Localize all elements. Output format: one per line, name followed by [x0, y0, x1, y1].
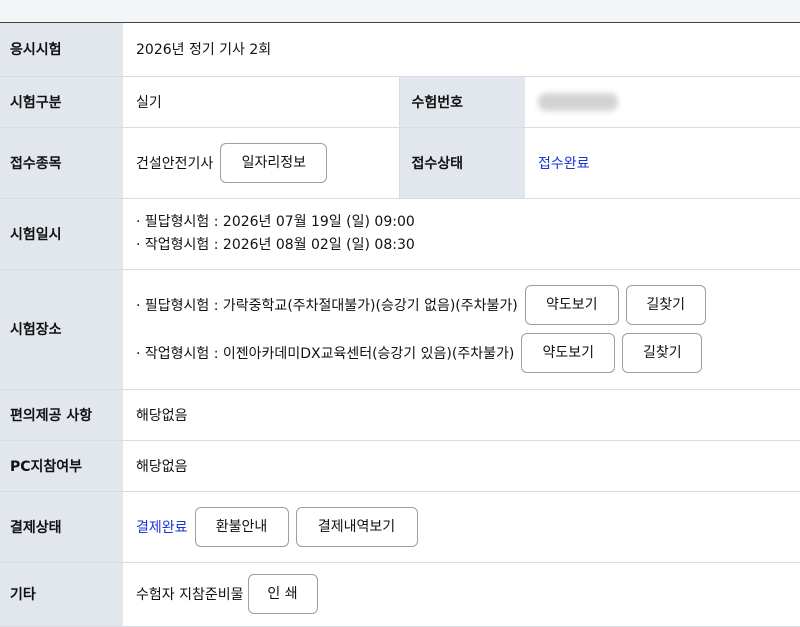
date-label: 시험일시 — [0, 198, 123, 270]
payment-label: 결제상태 — [0, 491, 123, 563]
practical-route-button[interactable]: 길찾기 — [622, 333, 703, 373]
row-payment: 결제상태 결제완료 환불안내 결제내역보기 — [0, 491, 800, 563]
subject-label: 접수종목 — [0, 127, 123, 199]
print-button[interactable]: 인 쇄 — [247, 574, 318, 614]
exam-number-label: 수험번호 — [398, 76, 525, 128]
written-date: · 필답형시험 : 2026년 07월 19일 (일) 09:00 — [136, 213, 415, 230]
redacted-number — [538, 92, 618, 111]
etc-value: 수험자 지참준비물 — [136, 587, 244, 603]
payment-cell: 결제완료 환불안내 결제내역보기 — [123, 491, 800, 563]
receipt-status-label: 접수상태 — [398, 127, 525, 199]
job-info-button[interactable]: 일자리정보 — [220, 142, 328, 183]
category-label: 시험구분 — [0, 76, 123, 128]
place-label: 시험장소 — [0, 269, 123, 390]
written-place: · 필답형시험 : 가락중학교(주차절대불가)(승강기 없음)(주차불가) — [136, 298, 518, 314]
practical-place: · 작업형시험 : 이젠아카데미DX교육센터(승강기 있음)(주차불가) — [136, 346, 515, 362]
row-place: 시험장소 · 필답형시험 : 가락중학교(주차절대불가)(승강기 없음)(주차불… — [0, 269, 800, 390]
row-etc: 기타 수험자 지참준비물 인 쇄 — [0, 562, 800, 627]
written-route-button[interactable]: 길찾기 — [625, 285, 706, 325]
row-date: 시험일시 · 필답형시험 : 2026년 07월 19일 (일) 09:00 ·… — [0, 198, 800, 270]
convenience-label: 편의제공 사항 — [0, 389, 123, 441]
row-pc: PC지참여부 해당없음 — [0, 440, 800, 492]
exam-label: 응시시험 — [0, 23, 123, 77]
payment-status: 결제완료 — [136, 519, 188, 536]
etc-label: 기타 — [0, 562, 123, 627]
exam-number-value — [525, 76, 800, 128]
exam-info-table: 응시시험 2026년 정기 기사 2회 시험구분 실기 수험번호 접수종목 건설… — [0, 23, 800, 627]
written-map-button[interactable]: 약도보기 — [524, 285, 619, 325]
place-cell: · 필답형시험 : 가락중학교(주차절대불가)(승강기 없음)(주차불가) 약도… — [123, 269, 800, 390]
convenience-value: 해당없음 — [123, 389, 800, 441]
date-cell: · 필답형시험 : 2026년 07월 19일 (일) 09:00 · 작업형시… — [123, 198, 800, 270]
row-category: 시험구분 실기 수험번호 — [0, 76, 800, 128]
exam-value: 2026년 정기 기사 2회 — [123, 23, 800, 77]
pc-label: PC지참여부 — [0, 440, 123, 492]
top-bar — [0, 0, 800, 23]
pc-value: 해당없음 — [123, 440, 800, 492]
receipt-status-value: 접수완료 — [525, 127, 800, 199]
category-value: 실기 — [123, 76, 399, 128]
payment-history-button[interactable]: 결제내역보기 — [295, 506, 418, 547]
row-subject: 접수종목 건설안전기사 일자리정보 접수상태 접수완료 — [0, 127, 800, 199]
practical-date: · 작업형시험 : 2026년 08월 02일 (일) 08:30 — [136, 236, 415, 253]
practical-map-button[interactable]: 약도보기 — [521, 333, 616, 373]
etc-cell: 수험자 지참준비물 인 쇄 — [123, 562, 800, 627]
row-exam: 응시시험 2026년 정기 기사 2회 — [0, 23, 800, 77]
row-convenience: 편의제공 사항 해당없음 — [0, 389, 800, 441]
subject-cell: 건설안전기사 일자리정보 — [123, 127, 399, 199]
refund-info-button[interactable]: 환불안내 — [194, 506, 289, 547]
subject-value: 건설안전기사 — [136, 155, 214, 172]
